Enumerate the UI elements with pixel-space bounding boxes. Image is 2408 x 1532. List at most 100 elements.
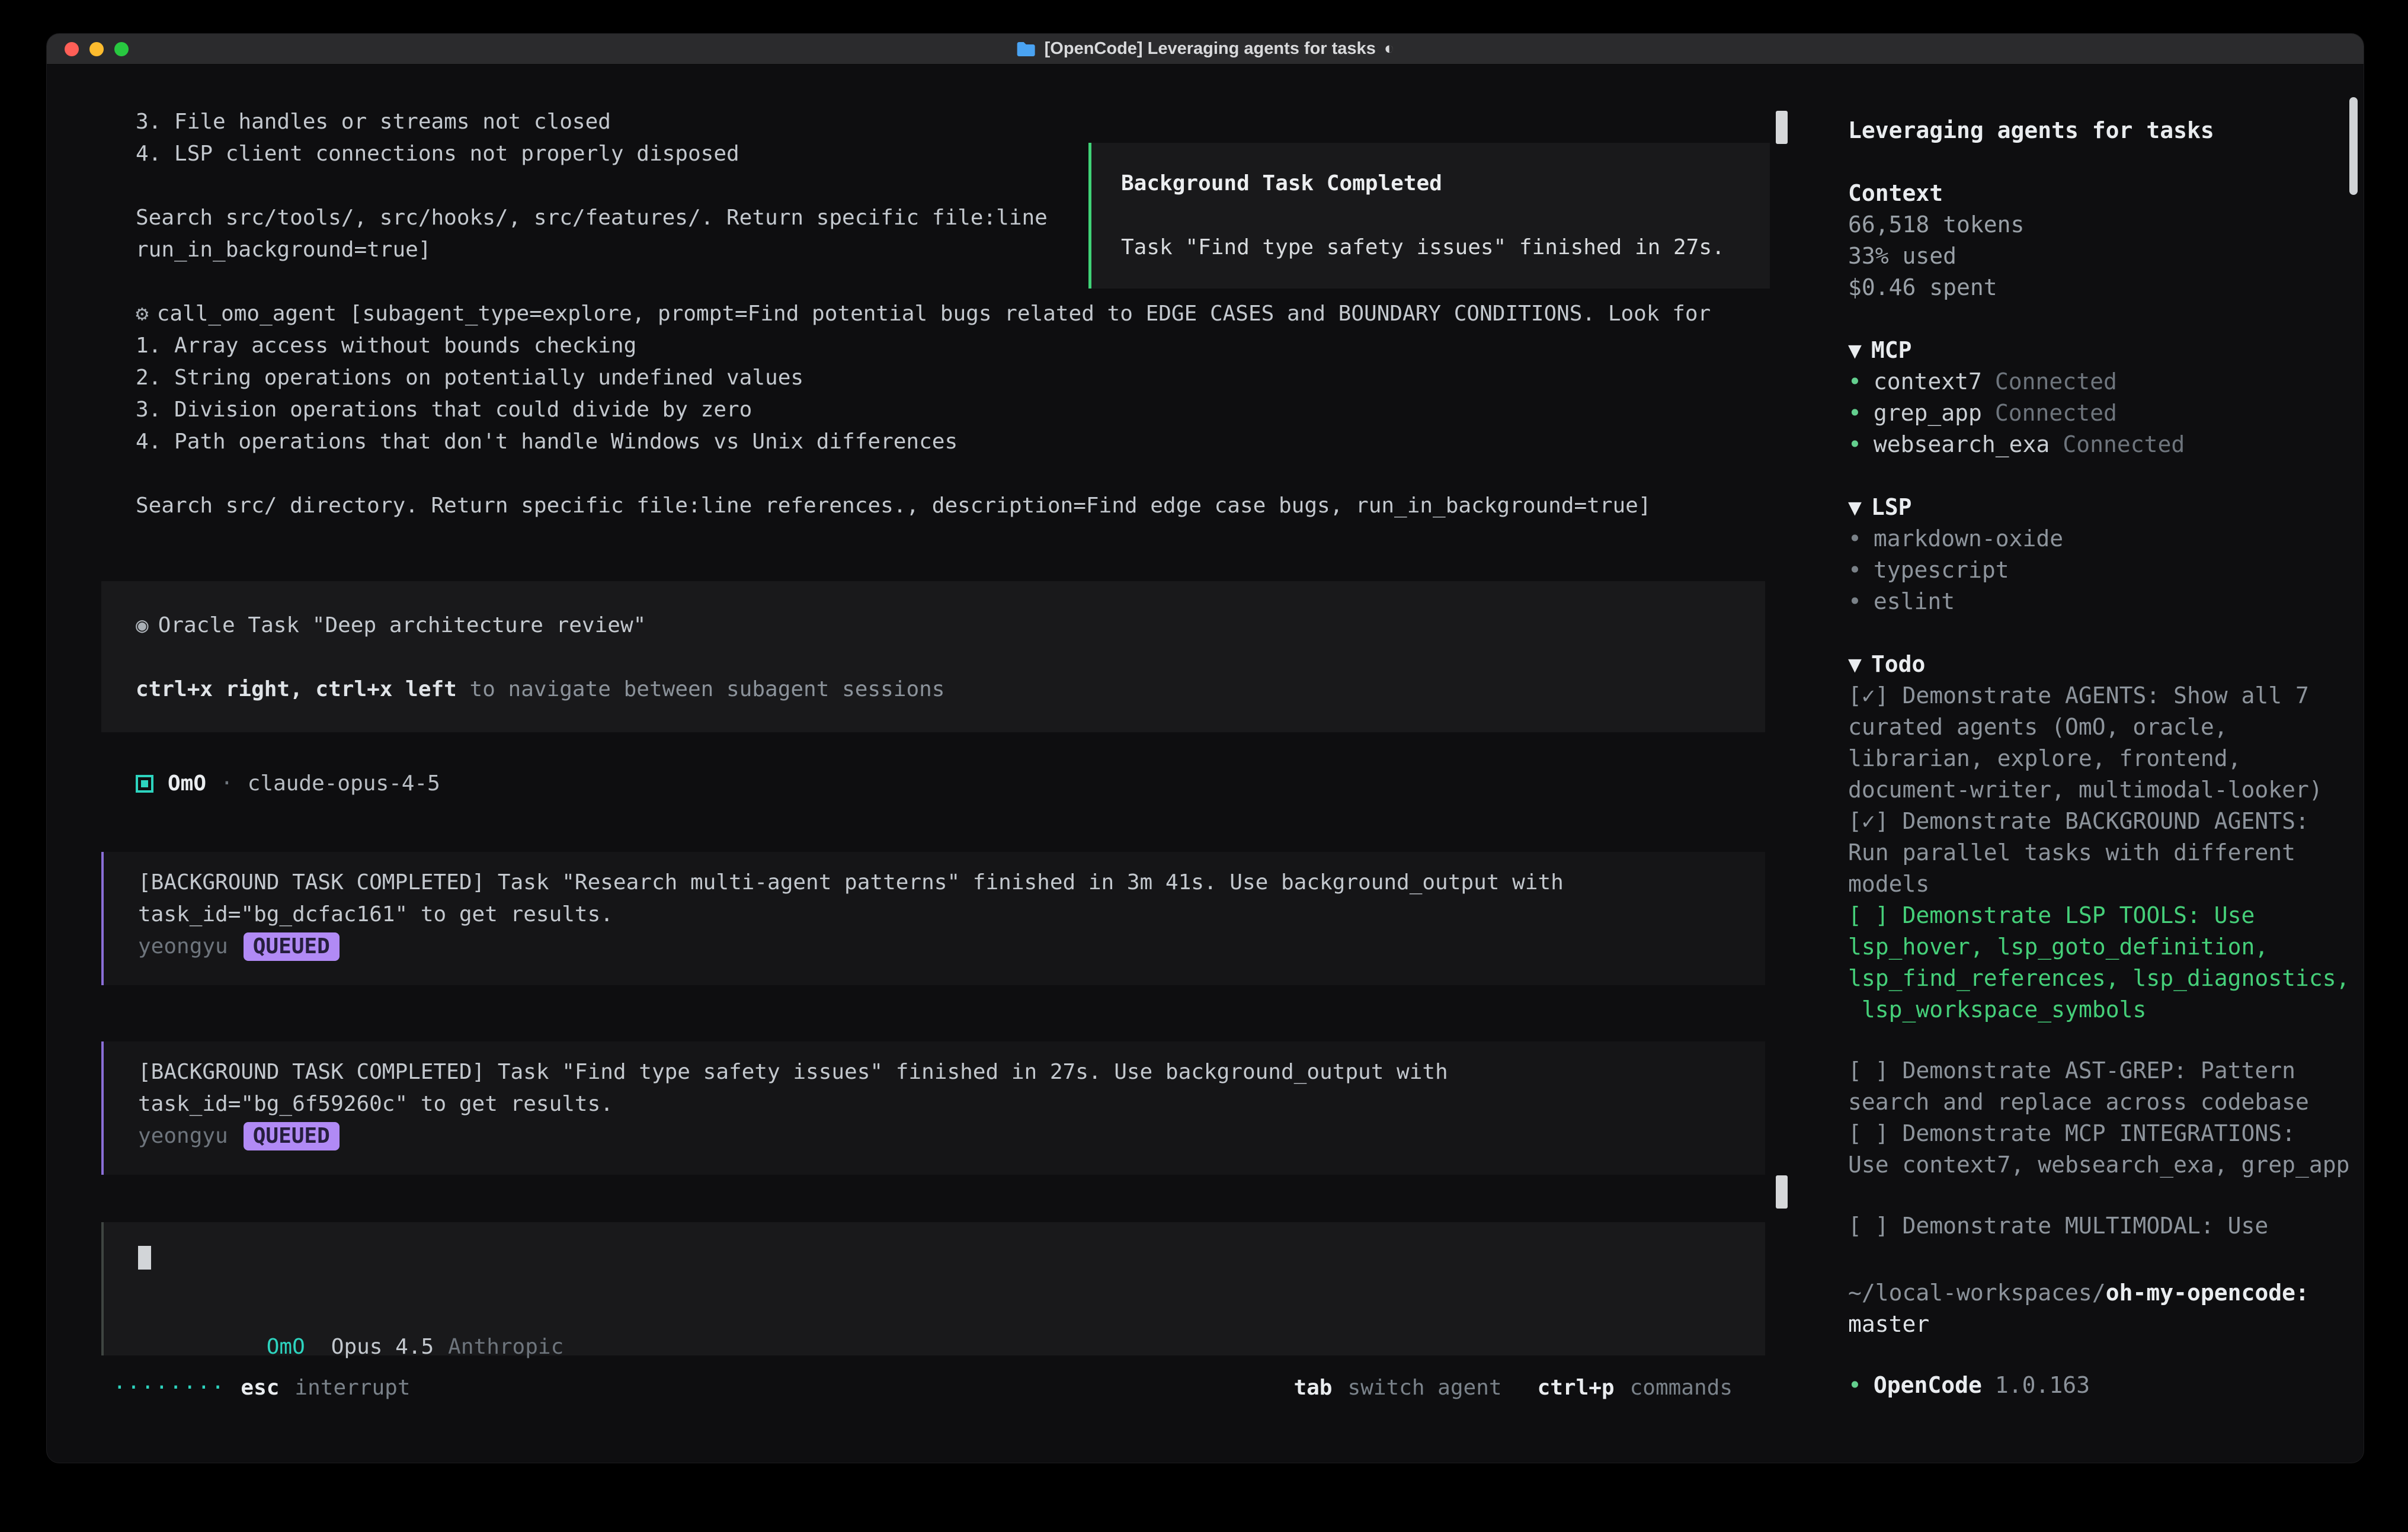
agent-header: OmO · claude-opus-4-5 (101, 768, 1765, 800)
mcp-item: • grep_app Connected (1848, 398, 2353, 429)
blank-line (1848, 460, 2353, 492)
checkbox-checked-icon: [✓] (1848, 682, 1889, 709)
todo-text: Demonstrate AGENTS: Show all 7 curated a… (1848, 682, 2323, 803)
main-scrollbar (1775, 65, 1789, 1463)
spinner-dots-icon: ········ (113, 1372, 225, 1404)
chevron-down-icon: ▼ (1848, 337, 1862, 363)
todo-text: Demonstrate BACKGROUND AGENTS: Run paral… (1848, 808, 2309, 897)
task-message-line: task_id="bg_dcfac161" to get results. (104, 899, 1741, 931)
bullet-icon: • (1848, 588, 1862, 614)
text-cursor (138, 1246, 151, 1270)
task-message-line: task_id="bg_6f59260c" to get results. (104, 1088, 1741, 1120)
zoom-button[interactable] (114, 42, 129, 56)
tool-call-text: call_omo_agent [subagent_type=explore, p… (157, 302, 1711, 326)
context-used: 33% used (1848, 241, 2353, 272)
checkbox-checked-icon: [✓] (1848, 808, 1889, 834)
navigation-hint: ctrl+x right, ctrl+x left to navigate be… (101, 674, 1733, 706)
window-content: Background Task Completed Task "Find typ… (47, 65, 2364, 1463)
sidebar: Leveraging agents for tasks Context 66,5… (1789, 65, 2364, 1463)
mcp-item: • context7 Connected (1848, 366, 2353, 398)
window-title-text: [OpenCode] Leveraging agents for tasks (1045, 39, 1376, 59)
session-title: Leveraging agents for tasks (1848, 115, 2353, 146)
user-name: yeongyu (138, 934, 228, 959)
mcp-status: Connected (1995, 368, 2117, 395)
blank-line (1848, 617, 2353, 649)
scrollbar-thumb[interactable] (1776, 1175, 1788, 1209)
terminal-line: Search src/ directory. Return specific f… (101, 490, 1765, 522)
todo-item: [ ] Demonstrate MULTIMODAL: Use (1848, 1210, 2353, 1242)
terminal-line: 2. String operations on potentially unde… (101, 362, 1765, 394)
input-cursor-line (104, 1241, 1765, 1273)
separator-dot: · (220, 768, 233, 800)
workspace-repo: oh-my-opencode: (2106, 1280, 2309, 1306)
blank-line (1848, 146, 2353, 178)
bullet-icon: • (1848, 400, 1862, 426)
workspace-branch: master (1848, 1311, 1929, 1337)
terminal-line: 3. Division operations that could divide… (101, 394, 1765, 426)
esc-key-label: interrupt (294, 1372, 410, 1404)
tab-key-label: switch agent (1347, 1372, 1501, 1404)
background-task-message: [BACKGROUND TASK COMPLETED] Task "Resear… (101, 852, 1765, 985)
tool-call-line: ⚙ call_omo_agent [subagent_type=explore, … (101, 298, 1765, 330)
mcp-status: Connected (2063, 431, 2185, 457)
toast-body: Task "Find type safety issues" finished … (1121, 232, 1740, 264)
mcp-name: grep_app (1874, 400, 1982, 426)
terminal-pane: Background Task Completed Task "Find typ… (47, 65, 1775, 1463)
tab-key-hint: tab (1293, 1372, 1332, 1404)
agent-model: claude-opus-4-5 (248, 768, 440, 800)
close-button[interactable] (65, 42, 79, 56)
checkbox-empty-icon: [ ] (1848, 1120, 1889, 1146)
folder-icon (1016, 41, 1036, 57)
todo-item: [ ] Demonstrate AST-GREP: Pattern search… (1848, 1055, 2353, 1118)
blank-line (101, 642, 1733, 674)
lsp-item: • eslint (1848, 586, 2353, 617)
oracle-task-text: Oracle Task "Deep architecture review" (158, 613, 646, 637)
status-left: ········ esc interrupt (113, 1372, 411, 1404)
todo-section-toggle[interactable]: ▼Todo (1848, 649, 2353, 680)
terminal-line: 4. Path operations that don't handle Win… (101, 426, 1765, 458)
oracle-task-title: ◉ Oracle Task "Deep architecture review" (101, 610, 1733, 642)
window-title: [OpenCode] Leveraging agents for tasks ◐ (1016, 39, 1395, 59)
lsp-section-toggle[interactable]: ▼LSP (1848, 492, 2353, 523)
lsp-name: eslint (1874, 588, 1955, 614)
esc-key-hint: esc (241, 1372, 279, 1404)
mcp-name: context7 (1874, 368, 1982, 395)
toast-title: Background Task Completed (1121, 168, 1740, 200)
bullet-icon: • (1848, 368, 1862, 395)
todo-item: [✓] Demonstrate AGENTS: Show all 7 curat… (1848, 680, 2353, 806)
mcp-name: websearch_exa (1874, 431, 2050, 457)
input-agent-name: OmO (267, 1335, 305, 1359)
app-version: •OpenCode1.0.163 (1848, 1370, 2353, 1401)
session-progress-icon: ◐ (1384, 39, 1395, 59)
mcp-status: Connected (1995, 400, 2117, 426)
checkbox-empty-icon: [ ] (1848, 902, 1889, 928)
prompt-input[interactable]: OmOOpus 4.5Anthropic (101, 1222, 1765, 1355)
task-message-line: [BACKGROUND TASK COMPLETED] Task "Resear… (104, 867, 1741, 899)
record-icon: ◉ (136, 613, 149, 637)
bullet-icon: • (1848, 557, 1862, 583)
ctrlp-key-hint: ctrl+p (1538, 1372, 1615, 1404)
background-task-message: [BACKGROUND TASK COMPLETED] Task "Find t… (101, 1041, 1765, 1175)
blank-line (1848, 303, 2353, 335)
lsp-heading: LSP (1871, 494, 1912, 520)
gear-icon: ⚙ (136, 302, 149, 326)
todo-heading: Todo (1871, 651, 1926, 677)
mcp-section-toggle[interactable]: ▼MCP (1848, 335, 2353, 366)
input-provider-name: Anthropic (448, 1335, 563, 1359)
checkbox-empty-icon: [ ] (1848, 1213, 1889, 1239)
task-message-line: [BACKGROUND TASK COMPLETED] Task "Find t… (104, 1056, 1741, 1088)
lsp-name: typescript (1874, 557, 2009, 583)
sidebar-scrollbar-thumb[interactable] (2349, 97, 2358, 195)
minimize-button[interactable] (89, 42, 104, 56)
workspace-path: ~/local-workspaces/oh-my-opencode: master (1848, 1277, 2353, 1340)
scrollbar-thumb[interactable] (1776, 111, 1788, 144)
workspace-dir: ~/local-workspaces/ (1848, 1280, 2106, 1306)
oracle-task-panel: ◉Oracle Task "Deep architecture review" … (101, 581, 1765, 732)
todo-text: Demonstrate MULTIMODAL: Use (1889, 1213, 2269, 1239)
ctrlp-key-label: commands (1630, 1372, 1733, 1404)
user-name: yeongyu (138, 1124, 228, 1148)
agent-icon (136, 775, 153, 793)
hint-keys: ctrl+x right, ctrl+x left (136, 677, 457, 701)
todo-text: Demonstrate AST-GREP: Pattern search and… (1848, 1057, 2309, 1115)
blank-line (101, 458, 1765, 490)
